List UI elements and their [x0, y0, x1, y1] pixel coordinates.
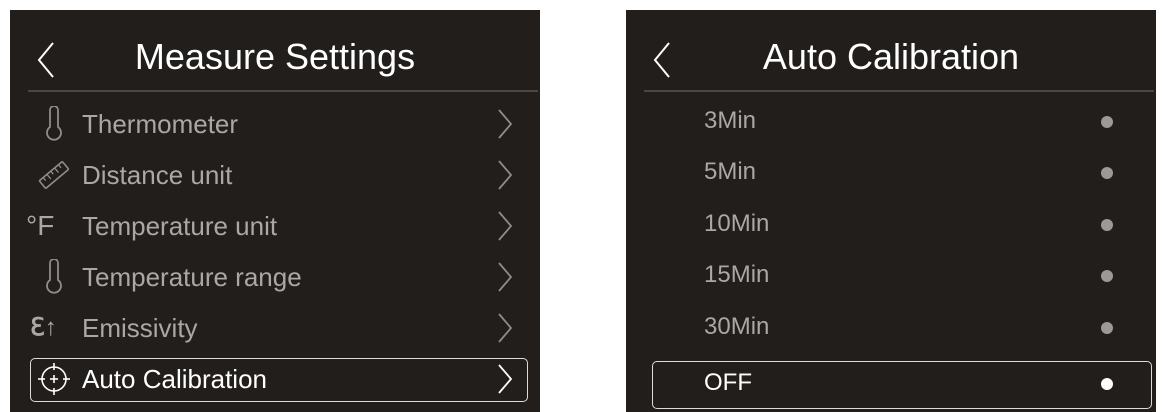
menu-item-label: Distance unit	[82, 160, 233, 190]
measure-settings-screen: Measure Settings Thermometer Distance un…	[10, 10, 540, 412]
menu-item-distance-unit[interactable]: Distance unit	[10, 152, 540, 198]
option-5min[interactable]: 5Min	[626, 149, 1156, 195]
chevron-right-icon	[498, 211, 513, 241]
option-label: OFF	[704, 369, 752, 396]
option-label: 15Min	[704, 261, 770, 288]
option-label: 5Min	[704, 158, 757, 185]
page-title: Measure Settings	[134, 36, 416, 77]
option-3min[interactable]: 3Min	[626, 98, 1156, 144]
chevron-right-icon	[498, 313, 513, 343]
menu-item-label: Temperature range	[82, 262, 302, 292]
auto-calibration-screen: Auto Calibration 3Min 5Min 10Min 15Min 3…	[626, 10, 1156, 412]
menu-item-temperature-range[interactable]: Temperature range	[10, 254, 540, 300]
option-label: 30Min	[704, 313, 770, 340]
menu-item-label: Emissivity	[82, 313, 198, 343]
ruler-icon	[38, 161, 70, 189]
option-label: 3Min	[704, 107, 757, 134]
menu-item-emissivity[interactable]: ℇ↑ Emissivity	[10, 305, 540, 351]
chevron-right-icon	[498, 109, 513, 139]
menu-item-label: Auto Calibration	[82, 364, 267, 394]
option-10min[interactable]: 10Min	[626, 201, 1156, 247]
menu-item-thermometer[interactable]: Thermometer	[10, 101, 540, 147]
radio-dot	[1101, 270, 1113, 282]
emissivity-icon: ℇ↑	[30, 314, 57, 341]
option-off[interactable]: OFF	[626, 360, 1156, 409]
crosshair-icon	[38, 363, 70, 395]
divider	[644, 90, 1154, 92]
thermometer-icon	[46, 106, 62, 141]
radio-dot	[1101, 322, 1113, 334]
radio-dot	[1101, 167, 1113, 179]
radio-dot	[1101, 378, 1113, 390]
chevron-right-icon	[498, 364, 513, 394]
menu-item-label: Temperature unit	[82, 211, 278, 241]
radio-dot	[1101, 219, 1113, 231]
divider	[28, 90, 538, 92]
menu-item-temperature-unit[interactable]: °F Temperature unit	[10, 203, 540, 249]
fahrenheit-icon: °F	[26, 210, 55, 241]
header: Auto Calibration	[626, 10, 1156, 92]
menu-item-label: Thermometer	[82, 109, 239, 139]
chevron-right-icon	[498, 160, 513, 190]
radio-dot	[1101, 116, 1113, 128]
option-30min[interactable]: 30Min	[626, 304, 1156, 350]
header: Measure Settings	[10, 10, 540, 92]
page-title: Auto Calibration	[762, 36, 1020, 77]
chevron-right-icon	[498, 262, 513, 292]
option-15min[interactable]: 15Min	[626, 252, 1156, 298]
menu-item-auto-calibration[interactable]: Auto Calibration	[10, 356, 540, 402]
thermometer-icon	[46, 259, 62, 294]
option-label: 10Min	[704, 210, 770, 237]
